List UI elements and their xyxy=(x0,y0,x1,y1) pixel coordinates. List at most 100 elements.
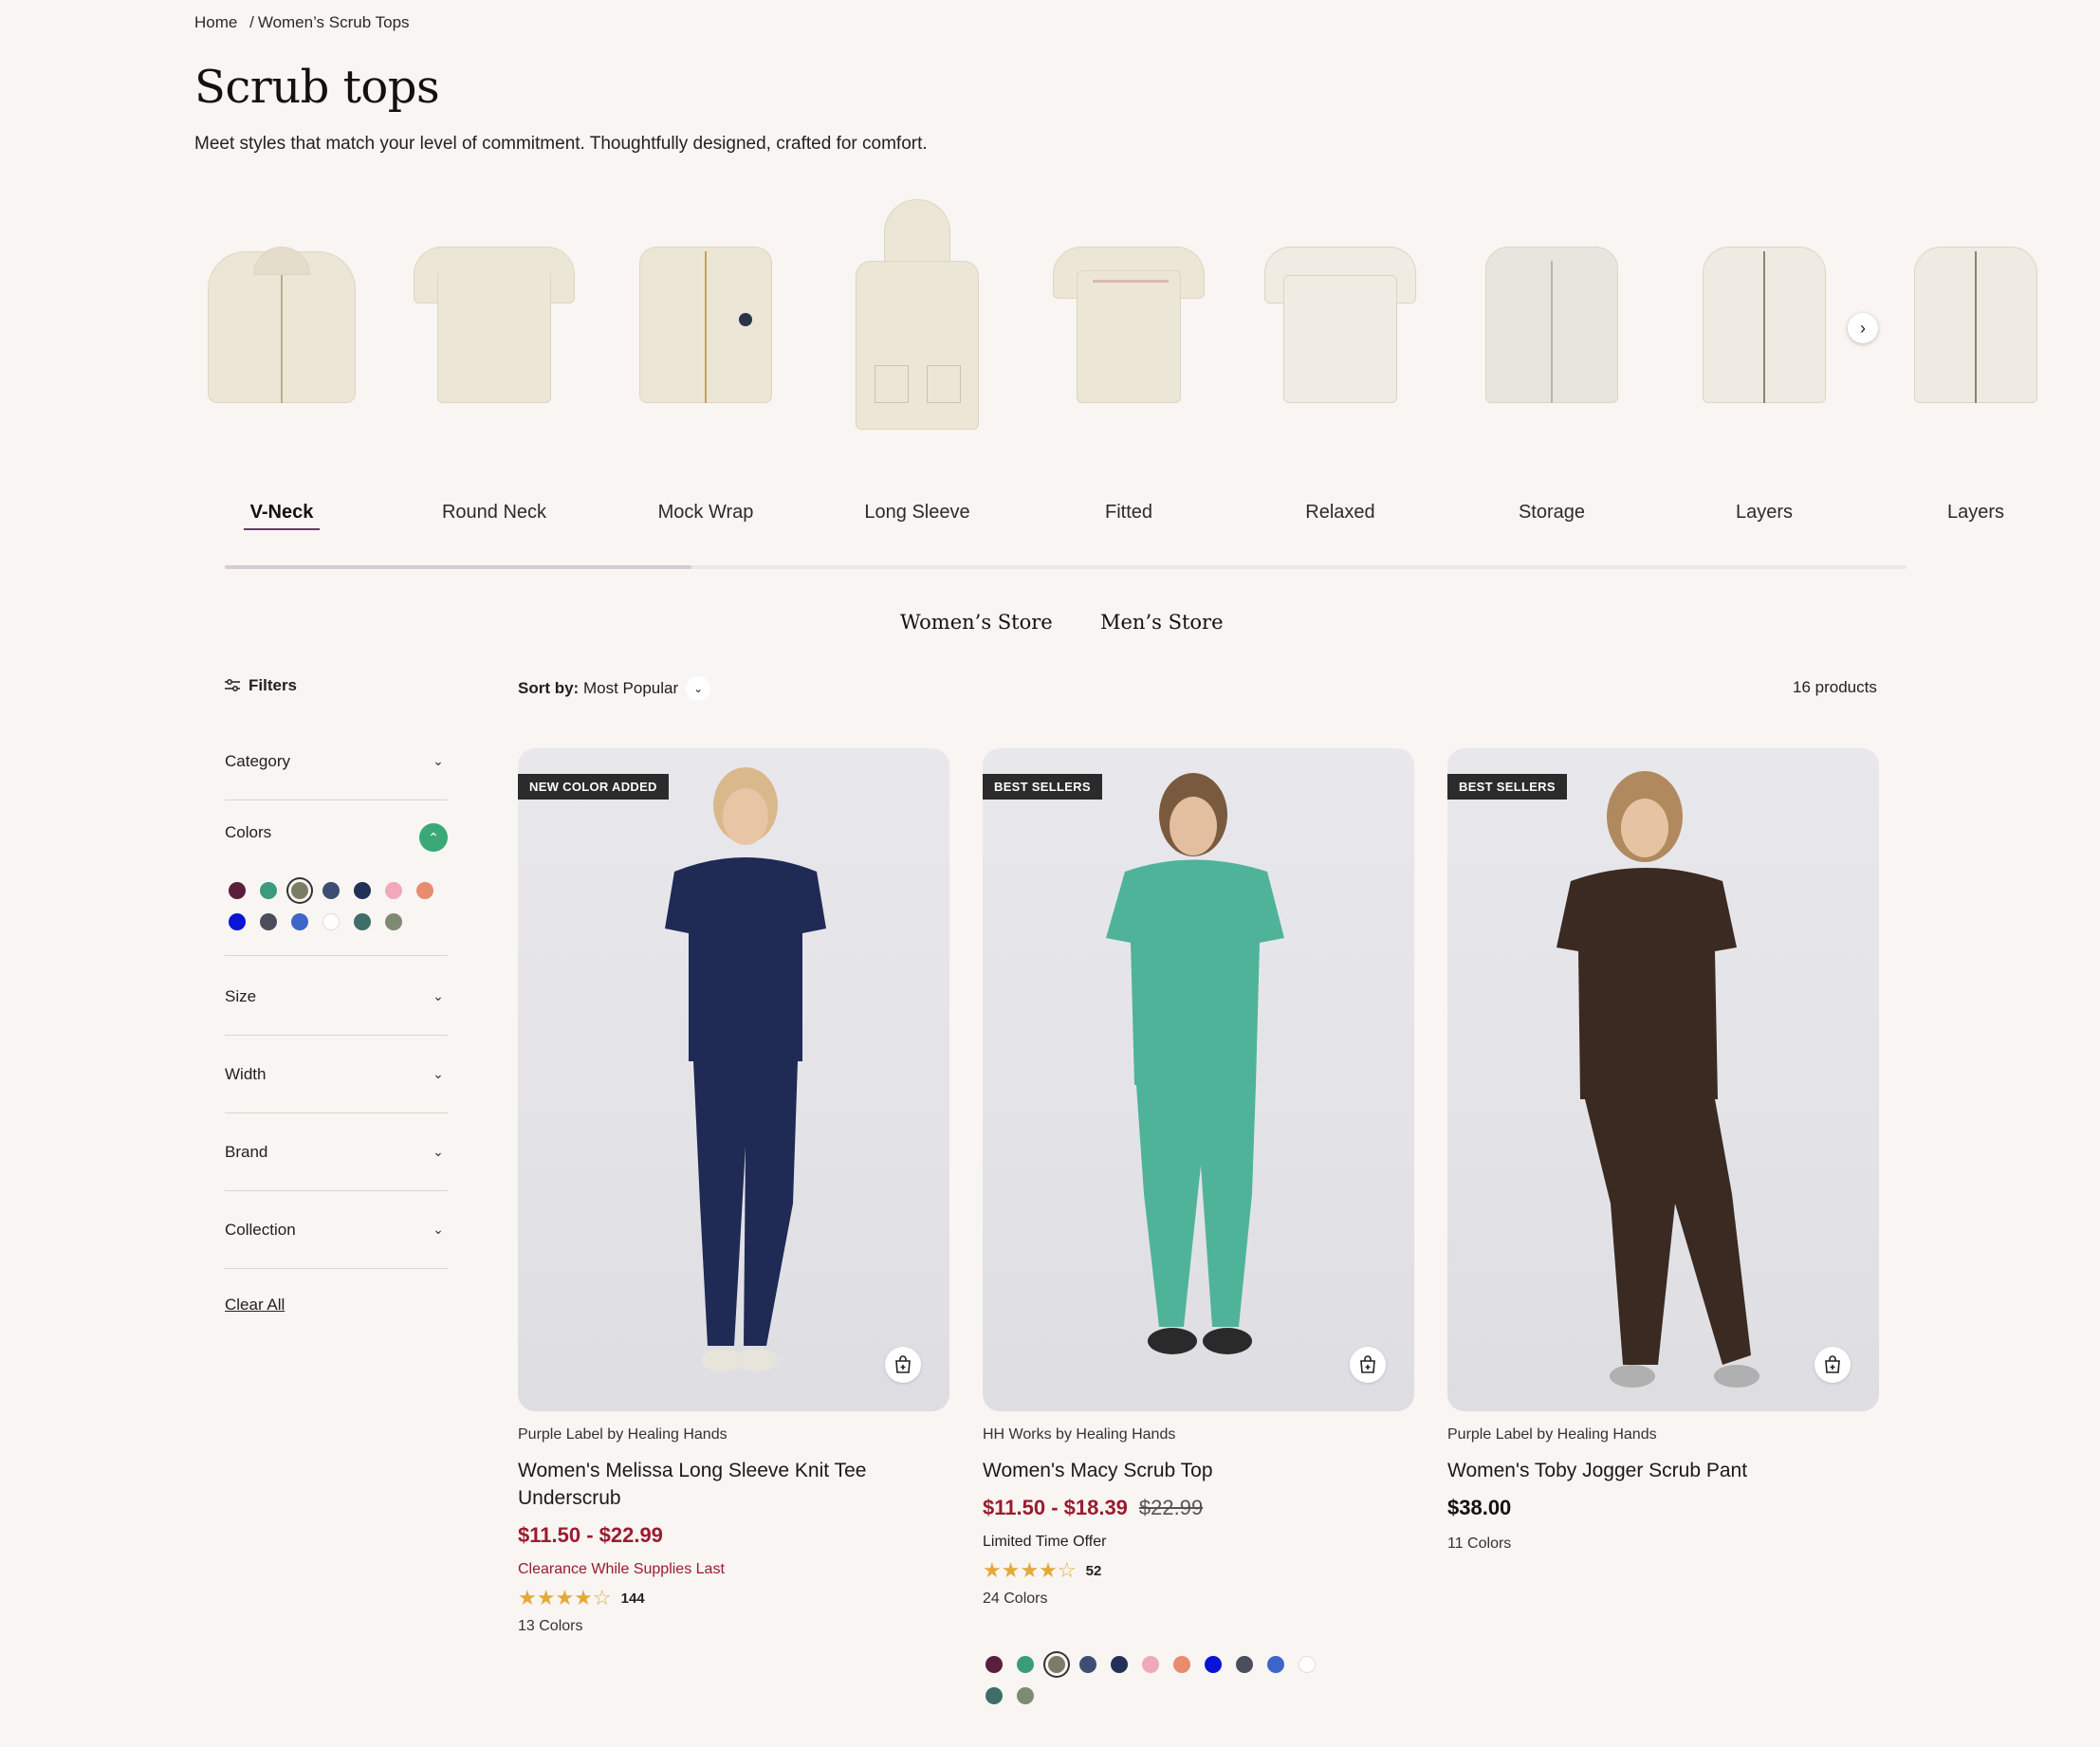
chevron-down-icon: ⌄ xyxy=(433,1222,444,1237)
breadcrumb: Home / Women’s Scrub Tops xyxy=(194,13,410,32)
review-count: 144 xyxy=(620,1590,645,1607)
color-swatch[interactable] xyxy=(1142,1656,1159,1673)
model-figure xyxy=(1557,771,1759,1388)
product-rating[interactable]: ★★★★☆ 52 xyxy=(983,1558,1414,1583)
filter-label: Width xyxy=(225,1064,267,1083)
filter-colors[interactable]: Colors ⌃ xyxy=(225,800,448,956)
review-count: 52 xyxy=(1085,1562,1102,1579)
color-swatch[interactable] xyxy=(1205,1656,1222,1673)
color-swatch[interactable] xyxy=(1111,1656,1128,1673)
category-layers-2[interactable]: Layers xyxy=(1881,194,2071,523)
category-thumbnail xyxy=(822,194,1012,451)
category-layers[interactable]: Layers xyxy=(1669,194,1859,523)
product-info: HH Works by Healing Hands Women's Macy S… xyxy=(983,1426,1414,1608)
color-swatch[interactable] xyxy=(229,882,246,899)
color-swatch[interactable] xyxy=(385,882,402,899)
product-promo: Clearance While Supplies Last xyxy=(518,1561,725,1577)
category-label: Fitted xyxy=(1104,502,1153,523)
category-thumbnail xyxy=(399,194,589,451)
category-label: Round Neck xyxy=(441,502,547,523)
product-rating[interactable]: ★★★★☆ 144 xyxy=(518,1586,949,1610)
category-round-neck[interactable]: Round Neck xyxy=(399,194,589,523)
sort-prefix: Sort by: xyxy=(518,679,580,697)
breadcrumb-home[interactable]: Home xyxy=(194,13,237,31)
filter-width[interactable]: Width ⌄ xyxy=(225,1036,448,1113)
filter-brand[interactable]: Brand ⌄ xyxy=(225,1113,448,1191)
clear-all-link[interactable]: Clear All xyxy=(225,1296,285,1315)
category-mock-wrap[interactable]: Mock Wrap xyxy=(611,194,801,523)
model-figure xyxy=(665,767,826,1371)
product-name[interactable]: Women's Toby Jogger Scrub Pant xyxy=(1447,1457,1879,1484)
filter-label: Colors xyxy=(225,823,272,841)
color-swatch[interactable] xyxy=(229,913,246,930)
color-swatch[interactable] xyxy=(986,1687,1003,1704)
bag-plus-icon[interactable] xyxy=(885,1347,921,1383)
mens-store-link[interactable]: Men’s Store xyxy=(1100,611,1224,634)
category-label: Relaxed xyxy=(1305,502,1375,523)
model-figure xyxy=(1106,773,1284,1354)
filters-button[interactable]: Filters xyxy=(224,676,297,695)
product-name[interactable]: Women's Melissa Long Sleeve Knit Tee Und… xyxy=(518,1457,949,1512)
filter-collection[interactable]: Collection ⌄ xyxy=(225,1191,448,1269)
category-label: Mock Wrap xyxy=(657,502,754,523)
color-swatch[interactable] xyxy=(260,882,277,899)
product-brand: Purple Label by Healing Hands xyxy=(1447,1426,1657,1443)
breadcrumb-separator: / xyxy=(249,13,254,31)
color-swatch[interactable] xyxy=(260,913,277,930)
sort-value: Most Popular xyxy=(582,679,679,697)
color-swatch[interactable] xyxy=(322,882,340,899)
color-swatch[interactable] xyxy=(1048,1656,1065,1673)
filter-category[interactable]: Category ⌄ xyxy=(225,723,448,800)
chevron-down-icon: ⌄ xyxy=(433,1066,444,1081)
color-swatch[interactable] xyxy=(1236,1656,1253,1673)
carousel-scrollbar-thumb[interactable] xyxy=(225,565,691,569)
category-long-sleeve[interactable]: Long Sleeve xyxy=(822,194,1012,523)
bag-plus-icon[interactable] xyxy=(1814,1347,1851,1383)
product-name[interactable]: Women's Macy Scrub Top xyxy=(983,1457,1414,1484)
category-thumbnail xyxy=(1034,194,1224,451)
color-swatch[interactable] xyxy=(291,913,308,930)
product-count: 16 products xyxy=(1793,678,1877,696)
color-swatch[interactable] xyxy=(291,882,308,899)
color-swatch[interactable] xyxy=(986,1656,1003,1673)
category-relaxed[interactable]: Relaxed xyxy=(1245,194,1435,523)
product-image[interactable]: NEW COLOR ADDED xyxy=(518,748,949,1411)
category-thumbnail xyxy=(1457,194,1647,451)
color-swatch[interactable] xyxy=(1017,1656,1034,1673)
color-swatch[interactable] xyxy=(1079,1656,1096,1673)
filter-label: Size xyxy=(225,986,257,1005)
color-swatch[interactable] xyxy=(416,882,433,899)
color-swatch[interactable] xyxy=(354,882,371,899)
color-swatch[interactable] xyxy=(1299,1656,1316,1673)
filter-label: Category xyxy=(225,751,290,770)
product-info: Purple Label by Healing Hands Women's Me… xyxy=(518,1426,949,1635)
sort-dropdown[interactable]: Sort by: Most Popular ⌄ xyxy=(518,676,711,701)
color-swatch[interactable] xyxy=(354,913,371,930)
chevron-right-icon[interactable]: › xyxy=(1848,313,1878,343)
category-storage[interactable]: Storage xyxy=(1457,194,1647,523)
active-underline xyxy=(244,528,320,530)
category-thumbnail xyxy=(1669,194,1859,451)
category-label: Storage xyxy=(1518,502,1586,523)
filter-size[interactable]: Size ⌄ xyxy=(225,958,448,1036)
color-swatch[interactable] xyxy=(385,913,402,930)
category-fitted[interactable]: Fitted xyxy=(1034,194,1224,523)
color-swatch[interactable] xyxy=(1267,1656,1284,1673)
star-icon: ★★★★☆ xyxy=(518,1586,612,1609)
category-thumbnail xyxy=(1245,194,1435,451)
sale-price: $11.50 - $22.99 xyxy=(518,1523,663,1547)
category-v-neck[interactable]: V-Neck xyxy=(187,194,377,530)
color-swatch[interactable] xyxy=(1173,1656,1190,1673)
product-brand: HH Works by Healing Hands xyxy=(983,1426,1176,1443)
page-title: Scrub tops xyxy=(194,61,440,114)
product-image[interactable]: BEST SELLERS xyxy=(983,748,1414,1411)
bag-plus-icon[interactable] xyxy=(1350,1347,1386,1383)
category-label: V-Neck xyxy=(249,502,314,523)
color-swatch[interactable] xyxy=(322,913,340,930)
womens-store-link[interactable]: Women’s Store xyxy=(900,611,1053,634)
chevron-up-icon[interactable]: ⌃ xyxy=(419,823,448,852)
product-price: $38.00 xyxy=(1447,1496,1879,1520)
chevron-down-icon: ⌄ xyxy=(433,1144,444,1159)
color-swatch[interactable] xyxy=(1017,1687,1034,1704)
product-image[interactable]: BEST SELLERS xyxy=(1447,748,1879,1411)
